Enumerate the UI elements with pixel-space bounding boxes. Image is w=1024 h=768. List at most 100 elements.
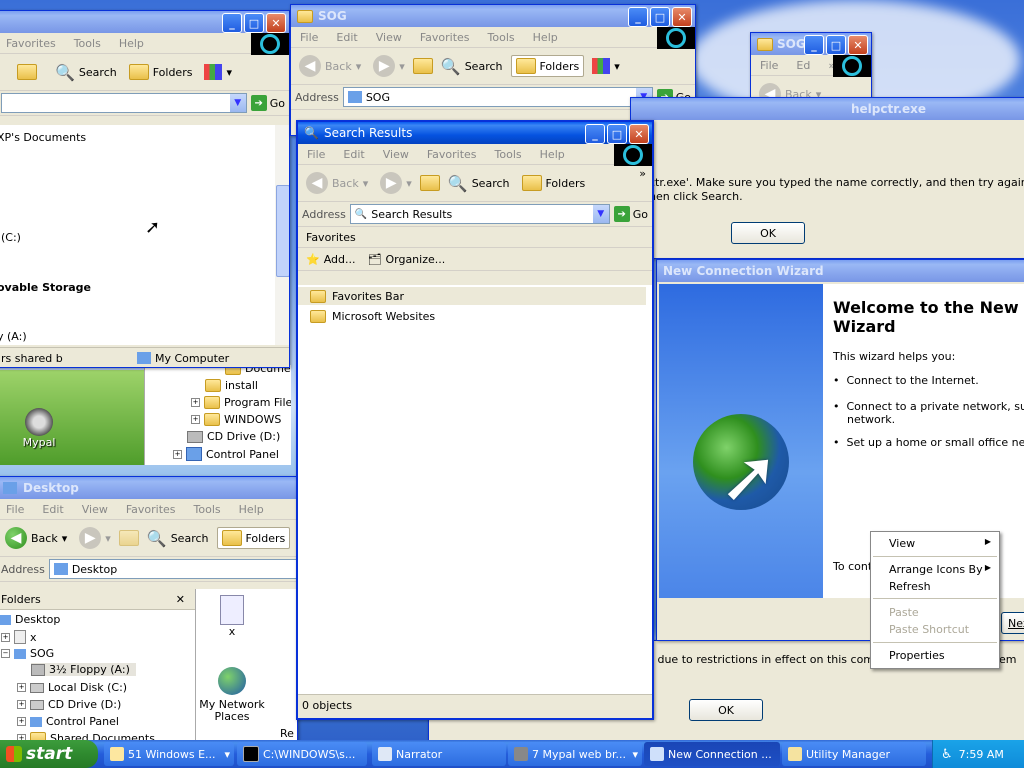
menu-help[interactable]: Help bbox=[230, 503, 273, 516]
close-button[interactable]: ✕ bbox=[848, 35, 868, 55]
desktop-content[interactable]: x My Network Places Re bbox=[196, 589, 297, 747]
menu-item-refresh[interactable]: Refresh bbox=[889, 580, 931, 593]
explorer-window-background[interactable]: _ □ ✕ Favorites Tools Help 🔍 Search Folde… bbox=[0, 10, 290, 368]
close-pane-icon[interactable]: ✕ bbox=[176, 593, 185, 606]
tree-item-sog[interactable]: − SOG bbox=[1, 647, 54, 660]
sog-small-title-bar[interactable]: SOG _ □ ✕ bbox=[751, 33, 871, 55]
search-results-window[interactable]: 🔍 Search Results _ □ ✕ File Edit View Fa… bbox=[296, 120, 654, 720]
organize-favorites-button[interactable]: 🗂 Organize... bbox=[368, 253, 446, 266]
list-item[interactable]: ovable Storage bbox=[0, 281, 91, 294]
back-button[interactable]: ◀ Back ▾ bbox=[1, 525, 71, 551]
tree-item-control-panel[interactable]: + Control Panel bbox=[17, 715, 119, 728]
minimize-button[interactable]: _ bbox=[222, 13, 242, 33]
folders-button[interactable]: Folders bbox=[518, 173, 590, 193]
go-button[interactable]: ➔Go bbox=[250, 95, 289, 111]
menu-tools[interactable]: Tools bbox=[185, 503, 230, 516]
back-button[interactable]: ◀ Back ▾ bbox=[295, 53, 365, 79]
address-input[interactable]: ▼ bbox=[1, 93, 247, 113]
helpctr-error-dialog[interactable]: helpctr.exe ctr.exe'. Make sure you type… bbox=[630, 97, 1024, 259]
menu-favorites[interactable]: Favorites bbox=[117, 503, 185, 516]
menu-file[interactable]: File bbox=[298, 148, 334, 161]
task-mypal[interactable]: 7 Mypal web br... ▾ bbox=[508, 742, 642, 766]
up-folder-icon[interactable] bbox=[17, 64, 37, 80]
forward-button[interactable]: ▶ ▾ bbox=[376, 170, 416, 196]
file-icon-x[interactable]: x bbox=[214, 595, 250, 638]
menu-edit[interactable]: Edit bbox=[33, 503, 72, 516]
menu-favorites[interactable]: Favorites bbox=[0, 37, 65, 50]
menu-tools[interactable]: Tools bbox=[65, 37, 110, 50]
next-button[interactable]: Nex bbox=[1001, 612, 1024, 634]
clock[interactable]: 7:59 AM bbox=[959, 748, 1004, 761]
sog-title-bar[interactable]: SOG _ □ ✕ bbox=[291, 5, 695, 27]
address-dropdown-button[interactable]: ▼ bbox=[592, 205, 609, 223]
expand-icon[interactable]: + bbox=[173, 449, 182, 459]
favorites-item[interactable]: Microsoft Websites bbox=[298, 307, 435, 325]
menu-file[interactable]: File bbox=[751, 59, 787, 72]
search-button[interactable]: 🔍 Search bbox=[51, 61, 121, 84]
folders-button[interactable]: Folders bbox=[216, 527, 291, 549]
menu-tools[interactable]: Tools bbox=[479, 31, 524, 44]
task-windows-explorer[interactable]: 51 Windows E... ▾ bbox=[104, 742, 234, 766]
menu-edit[interactable]: Ed bbox=[787, 59, 819, 72]
up-folder-icon[interactable] bbox=[412, 58, 433, 74]
close-button[interactable]: ✕ bbox=[629, 124, 649, 144]
maximize-button[interactable]: □ bbox=[826, 35, 846, 55]
desktop-title-bar[interactable]: Desktop bbox=[0, 477, 297, 499]
list-item[interactable]: (C:) bbox=[1, 231, 21, 244]
up-folder-icon[interactable] bbox=[118, 530, 139, 546]
address-input[interactable]: Desktop bbox=[48, 559, 297, 579]
menu-view[interactable]: View bbox=[73, 503, 117, 516]
explorer-title-bar[interactable]: _ □ ✕ bbox=[0, 11, 289, 33]
maximize-button[interactable]: □ bbox=[244, 13, 264, 33]
address-input[interactable]: SOG ▼ bbox=[342, 87, 653, 107]
menu-view[interactable]: View bbox=[374, 148, 418, 161]
task-new-connection[interactable]: New Connection ... bbox=[644, 742, 780, 766]
search-results-title-bar[interactable]: 🔍 Search Results _ □ ✕ bbox=[298, 122, 652, 144]
list-item[interactable]: y (A:) bbox=[0, 330, 27, 343]
my-network-places-icon[interactable]: My Network Places bbox=[196, 667, 268, 723]
add-favorite-button[interactable]: ⭐ Add... bbox=[306, 253, 356, 266]
maximize-button[interactable]: □ bbox=[607, 124, 627, 144]
menu-view[interactable]: View bbox=[367, 31, 411, 44]
tree-item-cd-drive[interactable]: + CD Drive (D:) bbox=[17, 698, 121, 711]
tree-item-control-panel[interactable]: + Control Panel bbox=[173, 447, 279, 461]
tree-item-cd-drive[interactable]: CD Drive (D:) bbox=[187, 430, 280, 443]
expand-icon[interactable]: + bbox=[191, 415, 200, 424]
wizard-title-bar[interactable]: New Connection Wizard bbox=[657, 260, 1024, 282]
maximize-button[interactable]: □ bbox=[650, 7, 670, 27]
favorites-item[interactable]: Favorites Bar bbox=[298, 287, 646, 305]
menu-tools[interactable]: Tools bbox=[486, 148, 531, 161]
tree-item-local-disk[interactable]: + Local Disk (C:) bbox=[17, 681, 127, 694]
menu-item-paste-shortcut[interactable]: Paste Shortcut bbox=[889, 623, 969, 636]
task-command-prompt[interactable]: C:\WINDOWS\s... bbox=[237, 742, 367, 766]
ok-button[interactable]: OK bbox=[731, 222, 805, 244]
go-button[interactable]: ➔Go bbox=[613, 206, 652, 222]
menu-file[interactable]: File bbox=[291, 31, 327, 44]
menu-item-paste[interactable]: Paste bbox=[889, 606, 919, 619]
tree-item-install[interactable]: install bbox=[205, 379, 258, 392]
tree-item-windows[interactable]: + WINDOWS bbox=[191, 413, 281, 426]
menu-item-properties[interactable]: Properties bbox=[889, 649, 945, 662]
menu-favorites[interactable]: Favorites bbox=[418, 148, 486, 161]
menu-favorites[interactable]: Favorites bbox=[411, 31, 479, 44]
search-button[interactable]: 🔍 Search bbox=[444, 172, 514, 195]
tree-item-x[interactable]: + x bbox=[1, 630, 37, 644]
search-button[interactable]: 🔍 Search bbox=[143, 527, 213, 550]
minimize-button[interactable]: _ bbox=[585, 124, 605, 144]
minimize-button[interactable]: _ bbox=[628, 7, 648, 27]
menu-file[interactable]: File bbox=[0, 503, 33, 516]
folders-button[interactable]: Folders bbox=[125, 62, 197, 82]
menu-edit[interactable]: Edit bbox=[327, 31, 366, 44]
search-button[interactable]: 🔍 Search bbox=[437, 55, 507, 78]
address-input[interactable]: 🔍 Search Results ▼ bbox=[349, 204, 610, 224]
views-button[interactable]: ▾ bbox=[588, 56, 624, 76]
mypal-desktop-icon[interactable]: Mypal bbox=[14, 408, 64, 449]
address-dropdown-button[interactable]: ▼ bbox=[229, 94, 246, 112]
close-button[interactable]: ✕ bbox=[672, 7, 692, 27]
tree-item-desktop[interactable]: Desktop bbox=[0, 613, 60, 626]
close-button[interactable]: ✕ bbox=[266, 13, 286, 33]
task-narrator[interactable]: Narrator bbox=[372, 742, 506, 766]
start-button[interactable]: start bbox=[0, 740, 98, 768]
explorer-content[interactable]: XP's Documents (C:) ovable Storage y (A:… bbox=[0, 125, 275, 345]
menu-item-view[interactable]: View bbox=[889, 537, 915, 550]
